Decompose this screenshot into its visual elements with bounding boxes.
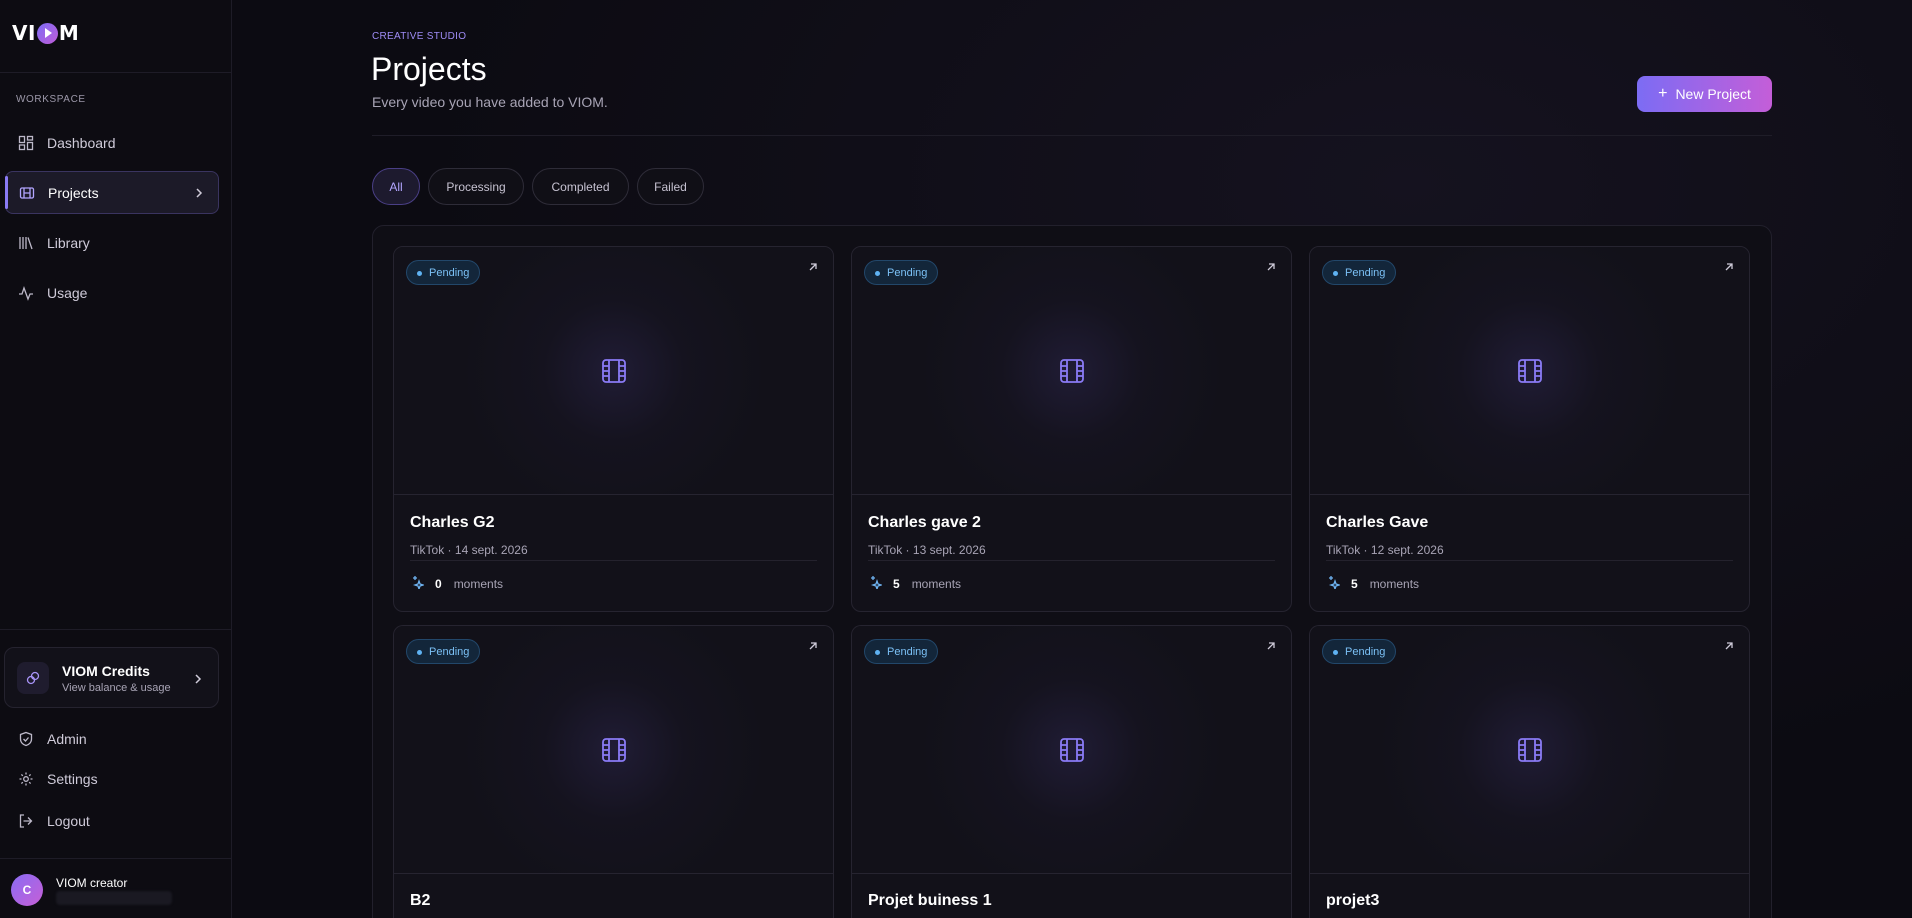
project-meta: TikTok · 12 sept. 2026 <box>1326 543 1444 557</box>
sparkles-icon <box>410 575 426 592</box>
user-email-redacted <box>56 891 172 905</box>
sidebar-item-label: Logout <box>47 813 90 829</box>
sidebar: VI M WORKSPACE Dashboard Projects Library… <box>0 0 232 918</box>
credits-title: VIOM Credits <box>62 663 150 679</box>
moments-number: 5 <box>1351 576 1358 591</box>
project-title: Charles gave 2 <box>868 514 981 531</box>
project-meta: TikTok · 14 sept. 2026 <box>410 543 528 557</box>
moments-count: 0 moments <box>410 575 503 592</box>
library-icon <box>18 235 34 251</box>
credits-icon <box>17 662 49 694</box>
logout-icon <box>18 813 34 829</box>
project-meta: TikTok · 13 sept. 2026 <box>868 543 986 557</box>
viom-credits-card[interactable]: VIOM Credits View balance & usage <box>4 647 219 708</box>
usage-icon <box>18 285 34 301</box>
film-icon <box>1516 357 1544 390</box>
user-name: VIOM creator <box>56 876 128 890</box>
gear-icon <box>18 771 34 787</box>
sidebar-item-label: Dashboard <box>47 134 116 151</box>
project-card[interactable]: Pending projet3 <box>1309 625 1750 918</box>
sparkles-icon <box>1326 575 1342 592</box>
open-external-icon[interactable] <box>1723 639 1735 657</box>
project-title: Charles Gave <box>1326 514 1429 531</box>
project-card[interactable]: Pending Projet buiness 1 <box>851 625 1292 918</box>
project-card[interactable]: Pending B2 <box>393 625 834 918</box>
project-card[interactable]: Pending Charles gave 2 TikTok · 13 sept.… <box>851 246 1292 612</box>
sidebar-divider <box>0 629 231 630</box>
status-badge: Pending <box>1322 260 1397 285</box>
project-card[interactable]: Pending Charles G2 TikTok · 14 sept. 202… <box>393 246 834 612</box>
sidebar-item-label: Usage <box>47 284 88 301</box>
moments-label: moments <box>453 576 504 591</box>
open-external-icon[interactable] <box>1723 260 1735 278</box>
chevron-right-icon <box>194 186 204 202</box>
sidebar-item-library[interactable]: Library <box>5 221 219 264</box>
moments-label: moments <box>911 576 962 591</box>
filter-completed[interactable]: Completed <box>532 168 629 205</box>
logo-text-left: VI <box>12 21 36 45</box>
sidebar-divider <box>0 72 231 73</box>
moments-number: 0 <box>435 576 442 591</box>
sidebar-item-logout[interactable]: Logout <box>5 800 219 842</box>
open-external-icon[interactable] <box>807 260 819 278</box>
open-external-icon[interactable] <box>1265 639 1277 657</box>
project-title: projet3 <box>1326 892 1380 909</box>
status-badge: Pending <box>864 639 939 664</box>
status-badge: Pending <box>864 260 939 285</box>
sidebar-item-label: Library <box>47 234 90 251</box>
filter-all[interactable]: All <box>372 168 420 205</box>
filter-processing[interactable]: Processing <box>428 168 524 205</box>
viom-logo[interactable]: VI M <box>12 20 79 46</box>
shield-icon <box>18 731 34 747</box>
moments-label: moments <box>1369 576 1420 591</box>
project-title: Projet buiness 1 <box>868 892 992 909</box>
workspace-section-label: WORKSPACE <box>16 94 86 105</box>
card-divider <box>1326 560 1733 561</box>
film-icon <box>600 357 628 390</box>
open-external-icon[interactable] <box>1265 260 1277 278</box>
status-badge: Pending <box>406 260 481 285</box>
sidebar-item-usage[interactable]: Usage <box>5 271 219 314</box>
header-divider <box>372 135 1772 136</box>
card-divider <box>868 560 1275 561</box>
film-icon <box>1058 357 1086 390</box>
logo-text-right: M <box>58 21 80 45</box>
avatar[interactable]: C <box>11 874 43 906</box>
dashboard-icon <box>18 135 34 151</box>
new-project-button[interactable]: + New Project <box>1637 76 1772 112</box>
status-badge: Pending <box>406 639 481 664</box>
project-card[interactable]: Pending Charles Gave TikTok · 12 sept. 2… <box>1309 246 1750 612</box>
sidebar-item-projects[interactable]: Projects <box>5 171 219 214</box>
moments-count: 5 moments <box>1326 575 1419 592</box>
film-icon <box>1516 736 1544 769</box>
film-icon <box>600 736 628 769</box>
moments-count: 5 moments <box>868 575 961 592</box>
chevron-right-icon <box>193 672 203 690</box>
status-badge: Pending <box>1322 639 1397 664</box>
card-divider <box>410 560 817 561</box>
sidebar-item-settings[interactable]: Settings <box>5 758 219 800</box>
credits-subtitle: View balance & usage <box>62 682 171 694</box>
sidebar-item-dashboard[interactable]: Dashboard <box>5 121 219 164</box>
page-subtitle: Every video you have added to VIOM. <box>372 94 608 110</box>
plus-icon: + <box>1658 85 1668 102</box>
new-project-label: New Project <box>1675 86 1751 102</box>
sidebar-item-label: Settings <box>47 771 98 787</box>
page-title: Projects <box>371 51 487 87</box>
film-icon <box>1058 736 1086 769</box>
sidebar-item-admin[interactable]: Admin <box>5 718 219 760</box>
project-title: Charles G2 <box>410 514 495 531</box>
sidebar-divider <box>0 858 231 859</box>
sidebar-item-label: Admin <box>47 731 87 747</box>
projects-icon <box>19 185 35 201</box>
open-external-icon[interactable] <box>807 639 819 657</box>
sidebar-item-label: Projects <box>48 184 99 201</box>
page-eyebrow: CREATIVE STUDIO <box>372 31 467 42</box>
moments-number: 5 <box>893 576 900 591</box>
play-logo-icon <box>36 22 58 44</box>
sparkles-icon <box>868 575 884 592</box>
project-title: B2 <box>410 892 431 909</box>
filter-failed[interactable]: Failed <box>637 168 704 205</box>
